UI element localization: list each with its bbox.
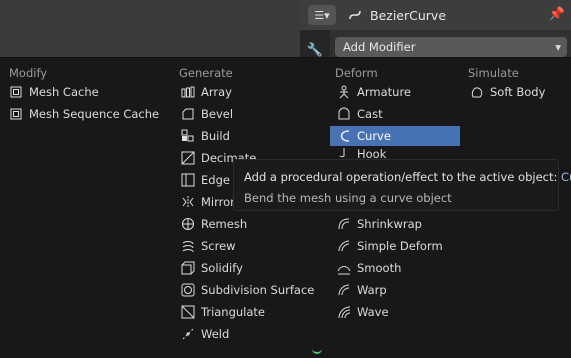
wave-icon	[338, 306, 351, 319]
smooth-icon	[337, 266, 351, 275]
editor-type-button[interactable]: ☰ ▾	[308, 5, 336, 25]
decimate-icon	[181, 151, 195, 165]
menu-item-armature[interactable]: Armature	[337, 82, 460, 102]
menu-item-shrinkwrap[interactable]: Shrinkwrap	[337, 214, 422, 234]
menu-item-solidify[interactable]: Solidify	[181, 258, 243, 278]
bevel-icon	[182, 108, 194, 120]
menu-item-array[interactable]: Array	[181, 82, 232, 102]
editor-type-icon: ☰	[314, 8, 325, 22]
menu-item-screw[interactable]: Screw	[181, 236, 236, 256]
menu-item-smooth[interactable]: Smooth	[337, 258, 401, 278]
menu-item-subdivision-surface[interactable]: Subdivision Surface	[181, 280, 314, 300]
chevron-down-icon: ▾	[555, 40, 561, 54]
menu-item-mesh-sequence-cache[interactable]: Mesh Sequence Cache	[9, 104, 159, 124]
curve-object-icon	[349, 10, 361, 20]
column-modify-title: Modify	[9, 66, 48, 80]
warp-icon	[338, 284, 350, 296]
object-name: BezierCurve	[370, 7, 447, 23]
column-deform-title: Deform	[335, 66, 378, 80]
curve-icon	[340, 130, 350, 142]
soft-body-icon	[471, 87, 483, 98]
armature-icon	[339, 85, 349, 99]
menu-item-weld[interactable]: Weld	[181, 324, 229, 344]
menu-item-remesh[interactable]: Remesh	[181, 214, 247, 234]
array-icon	[181, 86, 195, 98]
triangulate-icon	[181, 305, 195, 319]
menu-item-triangulate[interactable]: Triangulate	[181, 302, 265, 322]
solidify-icon	[181, 261, 195, 275]
column-generate-title: Generate	[179, 66, 233, 80]
active-tab-indicator	[312, 344, 322, 354]
menu-item-soft-body[interactable]: Soft Body	[470, 82, 545, 102]
tooltip-title: Add a procedural operation/effect to the…	[244, 170, 571, 184]
remesh-icon	[182, 218, 194, 230]
build-icon	[181, 129, 194, 142]
menu-item-warp[interactable]: Warp	[337, 280, 387, 300]
mirror-icon	[182, 196, 194, 208]
menu-item-curve[interactable]: Curve	[330, 126, 460, 146]
properties-header: ☰ ▾ BezierCurve 📌	[300, 0, 571, 30]
menu-item-cast[interactable]: Cast	[337, 104, 460, 124]
subdivision-surface-icon	[181, 283, 195, 297]
weld-icon	[182, 328, 194, 340]
add-modifier-dropdown[interactable]: Add Modifier ▾	[335, 37, 567, 57]
menu-item-bevel[interactable]: Bevel	[181, 104, 233, 124]
mesh-cache-icon	[10, 86, 22, 98]
tooltip-highlight: Curve	[561, 170, 571, 184]
menu-item-build[interactable]: Build	[181, 126, 230, 146]
menu-item-mirror[interactable]: Mirror	[181, 192, 235, 212]
simple-deform-icon	[338, 240, 350, 252]
menu-item-wave[interactable]: Wave	[337, 302, 389, 322]
menu-item-mesh-cache[interactable]: Mesh Cache	[9, 82, 99, 102]
tooltip: Add a procedural operation/effect to the…	[233, 159, 571, 211]
tooltip-description: Bend the mesh using a curve object	[244, 191, 452, 205]
pin-icon[interactable]: 📌	[549, 7, 565, 22]
column-simulate-title: Simulate	[468, 66, 519, 80]
mesh-sequence-cache-icon	[10, 108, 22, 120]
shrinkwrap-icon	[338, 218, 350, 230]
edge-split-icon	[181, 173, 195, 187]
menu-item-simple-deform[interactable]: Simple Deform	[337, 236, 443, 256]
cast-icon	[338, 107, 350, 120]
screw-icon	[182, 240, 194, 253]
